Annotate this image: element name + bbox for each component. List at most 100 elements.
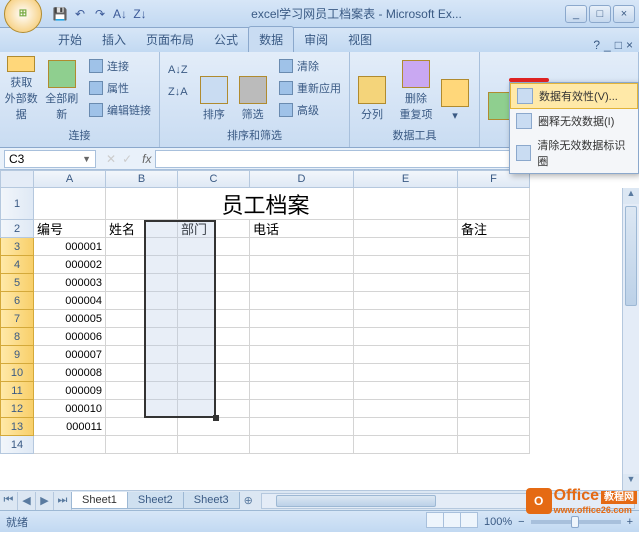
- tab-home[interactable]: 开始: [48, 27, 92, 52]
- row-header-3[interactable]: 3: [0, 238, 34, 256]
- cell-F13[interactable]: [458, 418, 530, 436]
- scroll-thumb[interactable]: [625, 206, 637, 306]
- cell-E8[interactable]: [354, 328, 458, 346]
- cell-E4[interactable]: [354, 256, 458, 274]
- minimize-button[interactable]: _: [565, 5, 587, 23]
- sort-asc-button[interactable]: A↓Z: [164, 60, 192, 80]
- cell-E5[interactable]: [354, 274, 458, 292]
- sheet-nav-prev-icon[interactable]: ◀: [18, 492, 36, 510]
- cell-E6[interactable]: [354, 292, 458, 310]
- fx-label[interactable]: fx: [138, 152, 155, 166]
- remove-duplicates-button[interactable]: 删除 重复项: [394, 54, 438, 124]
- cell-A1[interactable]: [34, 188, 106, 220]
- cell-F3[interactable]: [458, 238, 530, 256]
- sort-desc-icon[interactable]: Z↓: [132, 6, 148, 22]
- cell-E12[interactable]: [354, 400, 458, 418]
- row-header-4[interactable]: 4: [0, 256, 34, 274]
- row-header-9[interactable]: 9: [0, 346, 34, 364]
- cell-F14[interactable]: [458, 436, 530, 454]
- cell-E3[interactable]: [354, 238, 458, 256]
- menu-data-validation[interactable]: 数据有效性(V)...: [510, 83, 638, 109]
- row-header-13[interactable]: 13: [0, 418, 34, 436]
- properties-button[interactable]: 属性: [85, 78, 155, 98]
- zoom-out-button[interactable]: −: [518, 516, 524, 528]
- sheet-tab-1[interactable]: Sheet1: [71, 492, 128, 509]
- cell-A11[interactable]: 000009: [34, 382, 106, 400]
- view-buttons[interactable]: [427, 512, 478, 531]
- cell-E14[interactable]: [354, 436, 458, 454]
- cell-B1[interactable]: [106, 188, 178, 220]
- vertical-scrollbar[interactable]: ▲ ▼: [622, 188, 639, 490]
- refresh-all-button[interactable]: 全部刷新: [43, 54, 82, 124]
- cell-F10[interactable]: [458, 364, 530, 382]
- cell-B7[interactable]: [106, 310, 178, 328]
- cell-C11[interactable]: [178, 382, 250, 400]
- select-all-corner[interactable]: [0, 170, 34, 188]
- cell-D6[interactable]: [250, 292, 354, 310]
- cell-A9[interactable]: 000007: [34, 346, 106, 364]
- cell-E1[interactable]: [354, 188, 458, 220]
- sheet-tab-2[interactable]: Sheet2: [127, 492, 184, 509]
- undo-icon[interactable]: ↶: [72, 6, 88, 22]
- menu-clear-circles[interactable]: 清除无效数据标识圈: [510, 133, 638, 173]
- save-icon[interactable]: 💾: [52, 6, 68, 22]
- cell-D9[interactable]: [250, 346, 354, 364]
- cell-C4[interactable]: [178, 256, 250, 274]
- cell-F4[interactable]: [458, 256, 530, 274]
- cancel-icon[interactable]: ✕: [106, 152, 116, 166]
- row-header-14[interactable]: 14: [0, 436, 34, 454]
- cell-D12[interactable]: [250, 400, 354, 418]
- help-icon[interactable]: ?: [593, 38, 600, 52]
- col-header-C[interactable]: C: [178, 170, 250, 188]
- cell-D13[interactable]: [250, 418, 354, 436]
- sheet-nav-next-icon[interactable]: ▶: [36, 492, 54, 510]
- cell-F6[interactable]: [458, 292, 530, 310]
- maximize-button[interactable]: □: [589, 5, 611, 23]
- cell-C3[interactable]: [178, 238, 250, 256]
- zoom-slider[interactable]: [531, 520, 621, 524]
- cell-B12[interactable]: [106, 400, 178, 418]
- redo-icon[interactable]: ↷: [92, 6, 108, 22]
- tab-data[interactable]: 数据: [248, 26, 294, 52]
- cell-F9[interactable]: [458, 346, 530, 364]
- advanced-filter-button[interactable]: 高级: [275, 100, 345, 120]
- text-to-columns-button[interactable]: 分列: [352, 54, 392, 124]
- get-external-data-button[interactable]: 获取 外部数据: [2, 54, 41, 124]
- sheet-nav-first-icon[interactable]: ⏮: [0, 492, 18, 510]
- tab-layout[interactable]: 页面布局: [136, 27, 204, 52]
- cell-C7[interactable]: [178, 310, 250, 328]
- cell-B11[interactable]: [106, 382, 178, 400]
- cell-D10[interactable]: [250, 364, 354, 382]
- cell-D2[interactable]: 电话: [250, 220, 354, 238]
- cell-D5[interactable]: [250, 274, 354, 292]
- close-button[interactable]: ×: [613, 5, 635, 23]
- cell-E11[interactable]: [354, 382, 458, 400]
- tab-view[interactable]: 视图: [338, 27, 382, 52]
- cell-E2[interactable]: [354, 220, 458, 238]
- row-header-5[interactable]: 5: [0, 274, 34, 292]
- scroll-up-icon[interactable]: ▲: [623, 188, 639, 204]
- worksheet-grid[interactable]: ABCDEF 1234567891011121314 员工档案编号姓名部门电话备…: [0, 170, 639, 490]
- cell-C9[interactable]: [178, 346, 250, 364]
- connections-button[interactable]: 连接: [85, 56, 155, 76]
- cell-A6[interactable]: 000004: [34, 292, 106, 310]
- cell-D8[interactable]: [250, 328, 354, 346]
- cell-D4[interactable]: [250, 256, 354, 274]
- row-header-2[interactable]: 2: [0, 220, 34, 238]
- tab-insert[interactable]: 插入: [92, 27, 136, 52]
- tab-review[interactable]: 审阅: [294, 27, 338, 52]
- zoom-in-button[interactable]: +: [627, 516, 633, 528]
- enter-icon[interactable]: ✓: [122, 152, 132, 166]
- col-header-E[interactable]: E: [354, 170, 458, 188]
- doc-min-button[interactable]: _: [604, 38, 611, 52]
- cell-D11[interactable]: [250, 382, 354, 400]
- edit-links-button[interactable]: 编辑链接: [85, 100, 155, 120]
- cell-C1[interactable]: 员工档案: [178, 188, 354, 220]
- cell-E9[interactable]: [354, 346, 458, 364]
- row-header-8[interactable]: 8: [0, 328, 34, 346]
- zoom-level[interactable]: 100%: [484, 516, 512, 528]
- cell-C6[interactable]: [178, 292, 250, 310]
- cell-E7[interactable]: [354, 310, 458, 328]
- cell-C5[interactable]: [178, 274, 250, 292]
- sort-desc-button[interactable]: Z↓A: [164, 82, 192, 102]
